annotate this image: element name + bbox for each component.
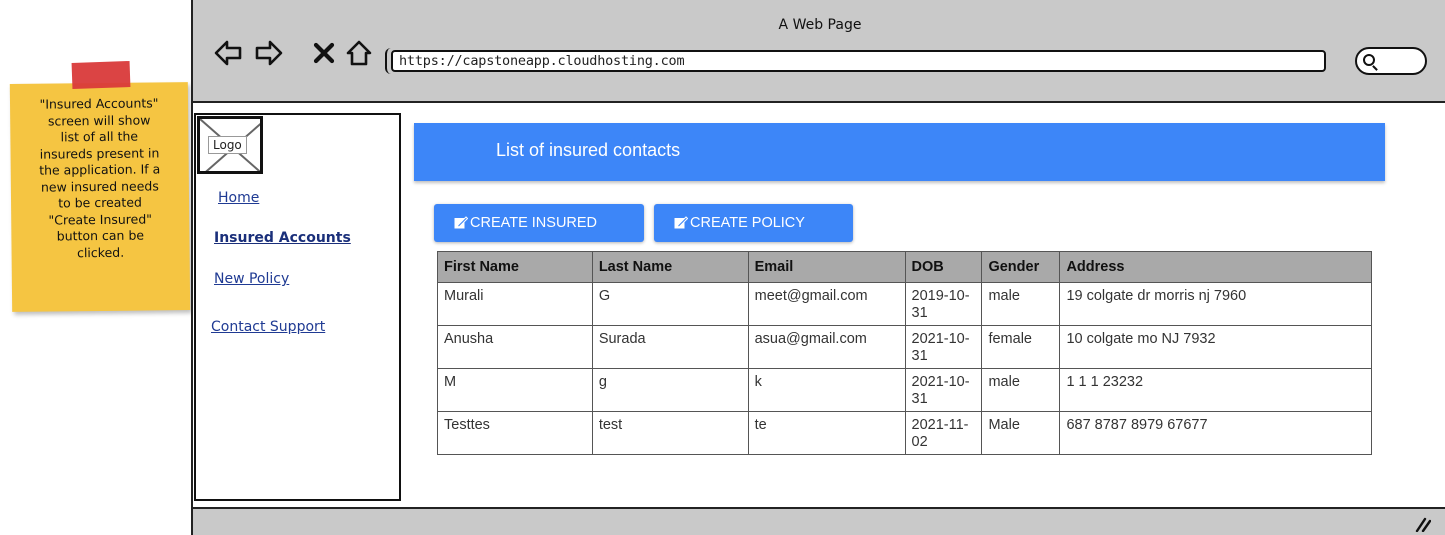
search-icon — [1363, 54, 1375, 66]
logo-label: Logo — [208, 136, 247, 154]
edit-icon — [454, 216, 468, 229]
cell-email: meet@gmail.com — [747, 282, 906, 326]
column-header[interactable]: Address — [1059, 251, 1372, 283]
column-header[interactable]: Email — [747, 251, 906, 283]
home-icon[interactable] — [345, 39, 373, 67]
column-header[interactable]: First Name — [437, 251, 593, 283]
logo-placeholder: Logo — [197, 116, 263, 174]
sidebar-item-insured-accounts[interactable]: Insured Accounts — [214, 230, 351, 246]
cell-gender: male — [981, 368, 1061, 412]
create-policy-button[interactable]: CREATE POLICY — [654, 204, 853, 242]
page-content: Logo Home Insured Accounts New Policy Co… — [191, 103, 1445, 507]
sidebar-item-home[interactable]: Home — [218, 190, 259, 206]
sidebar-item-new-policy[interactable]: New Policy — [214, 271, 289, 287]
sidebar: Logo Home Insured Accounts New Policy Co… — [194, 113, 401, 501]
column-header[interactable]: Gender — [981, 251, 1061, 283]
column-header[interactable]: DOB — [904, 251, 983, 283]
cell-first-name: Murali — [437, 282, 593, 326]
cell-email: k — [747, 368, 906, 412]
cell-address: 10 colgate mo NJ 7932 — [1059, 325, 1372, 369]
browser-titlebar: A Web Page https://capstoneapp.cloudhost… — [191, 0, 1445, 103]
cell-dob: 2019-10-31 — [904, 282, 983, 326]
sticky-note: "Insured Accounts" screen will show list… — [9, 82, 191, 312]
cell-dob: 2021-10-31 — [904, 368, 983, 412]
cell-last-name: Surada — [591, 325, 749, 369]
cell-address: 19 colgate dr morris nj 7960 — [1059, 282, 1372, 326]
create-insured-button[interactable]: CREATE INSURED — [434, 204, 644, 242]
sidebar-item-contact-support[interactable]: Contact Support — [211, 319, 325, 335]
table-row[interactable]: Anusha Surada asua@gmail.com 2021-10-31 … — [437, 325, 1372, 369]
page-header: List of insured contacts — [414, 123, 1385, 181]
cell-first-name: Anusha — [437, 325, 593, 369]
cell-gender: female — [981, 325, 1061, 369]
column-header[interactable]: Last Name — [591, 251, 749, 283]
forward-arrow-icon[interactable] — [254, 39, 284, 67]
close-x-icon[interactable] — [312, 39, 336, 67]
window-title: A Web Page — [778, 17, 862, 33]
cell-gender: male — [981, 282, 1061, 326]
cell-email: te — [747, 411, 906, 455]
table-row[interactable]: Murali G meet@gmail.com 2019-10-31 male … — [437, 282, 1372, 326]
sticky-note-text: "Insured Accounts" screen will show list… — [39, 95, 161, 260]
browser-window: A Web Page https://capstoneapp.cloudhost… — [191, 0, 1445, 535]
cell-first-name: Testtes — [437, 411, 593, 455]
address-bar[interactable]: https://capstoneapp.cloudhosting.com — [391, 50, 1326, 72]
table-row[interactable]: Testtes test te 2021-11-02 Male 687 8787… — [437, 411, 1372, 455]
cell-dob: 2021-10-31 — [904, 325, 983, 369]
browser-statusbar — [191, 507, 1445, 535]
create-policy-label: CREATE POLICY — [690, 215, 805, 231]
cell-dob: 2021-11-02 — [904, 411, 983, 455]
tape-decoration — [71, 60, 131, 90]
edit-icon — [674, 216, 688, 229]
table-row[interactable]: M g k 2021-10-31 male 1 1 1 23232 — [437, 368, 1372, 412]
cell-last-name: g — [591, 368, 749, 412]
cell-gender: Male — [981, 411, 1061, 455]
search-field[interactable] — [1355, 47, 1427, 75]
create-insured-label: CREATE INSURED — [470, 215, 598, 231]
table-header-row: First Name Last Name Email DOB Gender Ad… — [437, 251, 1372, 283]
cell-email: asua@gmail.com — [747, 325, 906, 369]
cell-last-name: test — [591, 411, 749, 455]
cell-address: 687 8787 8979 67677 — [1059, 411, 1372, 455]
back-arrow-icon[interactable] — [213, 39, 243, 67]
cell-address: 1 1 1 23232 — [1059, 368, 1372, 412]
resize-grip-icon[interactable] — [1415, 516, 1431, 532]
cell-last-name: G — [591, 282, 749, 326]
cell-first-name: M — [437, 368, 593, 412]
page-title: List of insured contacts — [496, 140, 681, 160]
insured-table: First Name Last Name Email DOB Gender Ad… — [437, 251, 1372, 455]
